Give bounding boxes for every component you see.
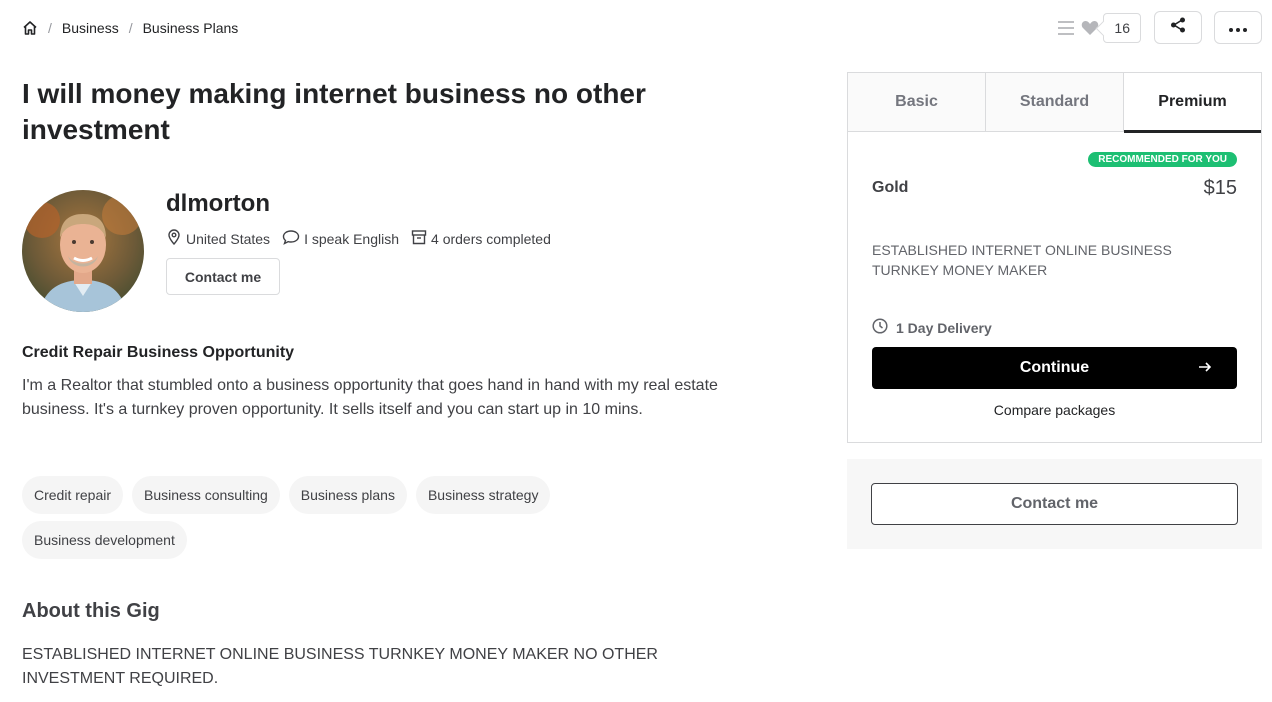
- package-tabs: Basic Standard Premium: [848, 73, 1261, 133]
- compare-packages-link[interactable]: Compare packages: [848, 402, 1261, 418]
- tag-business-plans[interactable]: Business plans: [288, 476, 407, 514]
- location-pin-icon: [166, 229, 186, 248]
- package-name: Gold: [872, 179, 909, 196]
- contact-me-button[interactable]: Contact me: [166, 258, 280, 295]
- home-icon[interactable]: [22, 20, 38, 36]
- contact-panel: Contact me: [847, 459, 1262, 549]
- description-text: I'm a Realtor that stumbled onto a busin…: [22, 377, 718, 418]
- gig-title: I will money making internet business no…: [22, 78, 646, 145]
- gig-actions: 16: [1057, 11, 1262, 44]
- tab-basic[interactable]: Basic: [848, 73, 986, 131]
- share-button[interactable]: [1154, 11, 1202, 44]
- tag-list: Credit repair Business consulting Busine…: [22, 476, 622, 566]
- seller-meta: United States I speak English 4 orders c…: [166, 229, 563, 248]
- clock-icon: [872, 318, 896, 337]
- seller-language-text: I speak English: [304, 230, 400, 247]
- seller-orders: 4 orders completed: [411, 229, 551, 248]
- tab-standard[interactable]: Standard: [986, 73, 1124, 131]
- speech-bubble-icon: [282, 229, 304, 248]
- package-description: ESTABLISHED INTERNET ONLINE BUSINESS TUR…: [872, 242, 1172, 278]
- tab-premium[interactable]: Premium: [1124, 73, 1261, 133]
- seller-name[interactable]: dlmorton: [166, 190, 270, 218]
- continue-label: Continue: [1019, 359, 1090, 376]
- continue-button[interactable]: Continue: [872, 347, 1237, 389]
- archive-box-icon: [411, 229, 431, 248]
- tag-credit-repair[interactable]: Credit repair: [22, 476, 124, 514]
- about-heading: About this Gig: [22, 600, 160, 622]
- breadcrumb: / Business / Business Plans: [22, 20, 238, 36]
- tag-business-development[interactable]: Business development: [22, 521, 187, 559]
- list-icon[interactable]: [1057, 20, 1075, 36]
- breadcrumb-separator: /: [48, 20, 52, 36]
- seller-avatar[interactable]: [22, 190, 144, 312]
- tag-business-strategy[interactable]: Business strategy: [415, 476, 551, 514]
- tag-business-consulting[interactable]: Business consulting: [132, 476, 280, 514]
- arrow-right-icon: [1197, 359, 1213, 375]
- recommended-badge: RECOMMENDED FOR YOU: [1088, 152, 1237, 167]
- breadcrumb-separator: /: [128, 20, 133, 36]
- seller-country: United States: [166, 229, 270, 248]
- breadcrumb-business-plans-link[interactable]: Business Plans: [143, 20, 239, 36]
- more-dots-icon: [1229, 19, 1247, 37]
- description-heading: Credit Repair Business Opportunity: [22, 344, 295, 361]
- seller-orders-text: 4 orders completed: [431, 230, 551, 247]
- about-text: ESTABLISHED INTERNET ONLINE BUSINESS TUR…: [22, 646, 658, 687]
- share-icon: [1170, 17, 1186, 38]
- delivery-time: 1 Day Delivery: [872, 318, 992, 337]
- like-count: 16: [1103, 12, 1141, 43]
- seller-language: I speak English: [282, 229, 399, 248]
- breadcrumb-business-link[interactable]: Business: [62, 20, 119, 36]
- delivery-text: 1 Day Delivery: [896, 319, 992, 336]
- package-price: $15: [1203, 177, 1237, 199]
- package-card: Basic Standard Premium RECOMMENDED FOR Y…: [847, 72, 1262, 443]
- more-options-button[interactable]: [1214, 11, 1262, 44]
- contact-me-panel-button[interactable]: Contact me: [871, 483, 1238, 525]
- seller-country-text: United States: [186, 230, 271, 247]
